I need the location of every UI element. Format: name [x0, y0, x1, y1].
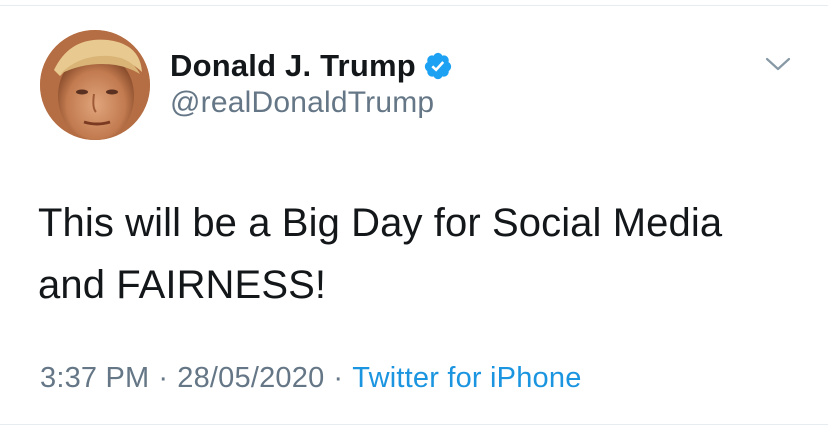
- meta-separator: ·: [333, 362, 344, 394]
- meta-separator: ·: [158, 362, 169, 394]
- verified-badge-icon: [423, 51, 453, 81]
- display-name[interactable]: Donald J. Trump: [170, 48, 416, 84]
- avatar[interactable]: [40, 30, 150, 140]
- bottom-divider: [0, 424, 828, 429]
- top-divider: [0, 0, 828, 6]
- tweet-time[interactable]: 3:37 PM: [40, 362, 149, 395]
- tweet-card: Donald J. Trump @realDonaldTrump This wi…: [0, 0, 828, 429]
- author-handle[interactable]: @realDonaldTrump: [170, 86, 434, 120]
- tweet-date[interactable]: 28/05/2020: [177, 362, 324, 395]
- chevron-down-icon: [765, 57, 791, 71]
- tweet-menu-button[interactable]: [760, 50, 796, 78]
- tweet-text-line: This will be a Big Day for Social Media: [38, 201, 723, 245]
- author-name-row[interactable]: Donald J. Trump: [170, 46, 453, 86]
- profile-photo-icon: [40, 30, 150, 140]
- tweet-meta: 3:37 PM · 28/05/2020 · Twitter for iPhon…: [40, 362, 582, 395]
- tweet-source-link[interactable]: Twitter for iPhone: [352, 362, 581, 395]
- tweet-text: This will be a Big Day for Social Media …: [38, 192, 798, 316]
- tweet-text-line: and FAIRNESS!: [38, 263, 327, 307]
